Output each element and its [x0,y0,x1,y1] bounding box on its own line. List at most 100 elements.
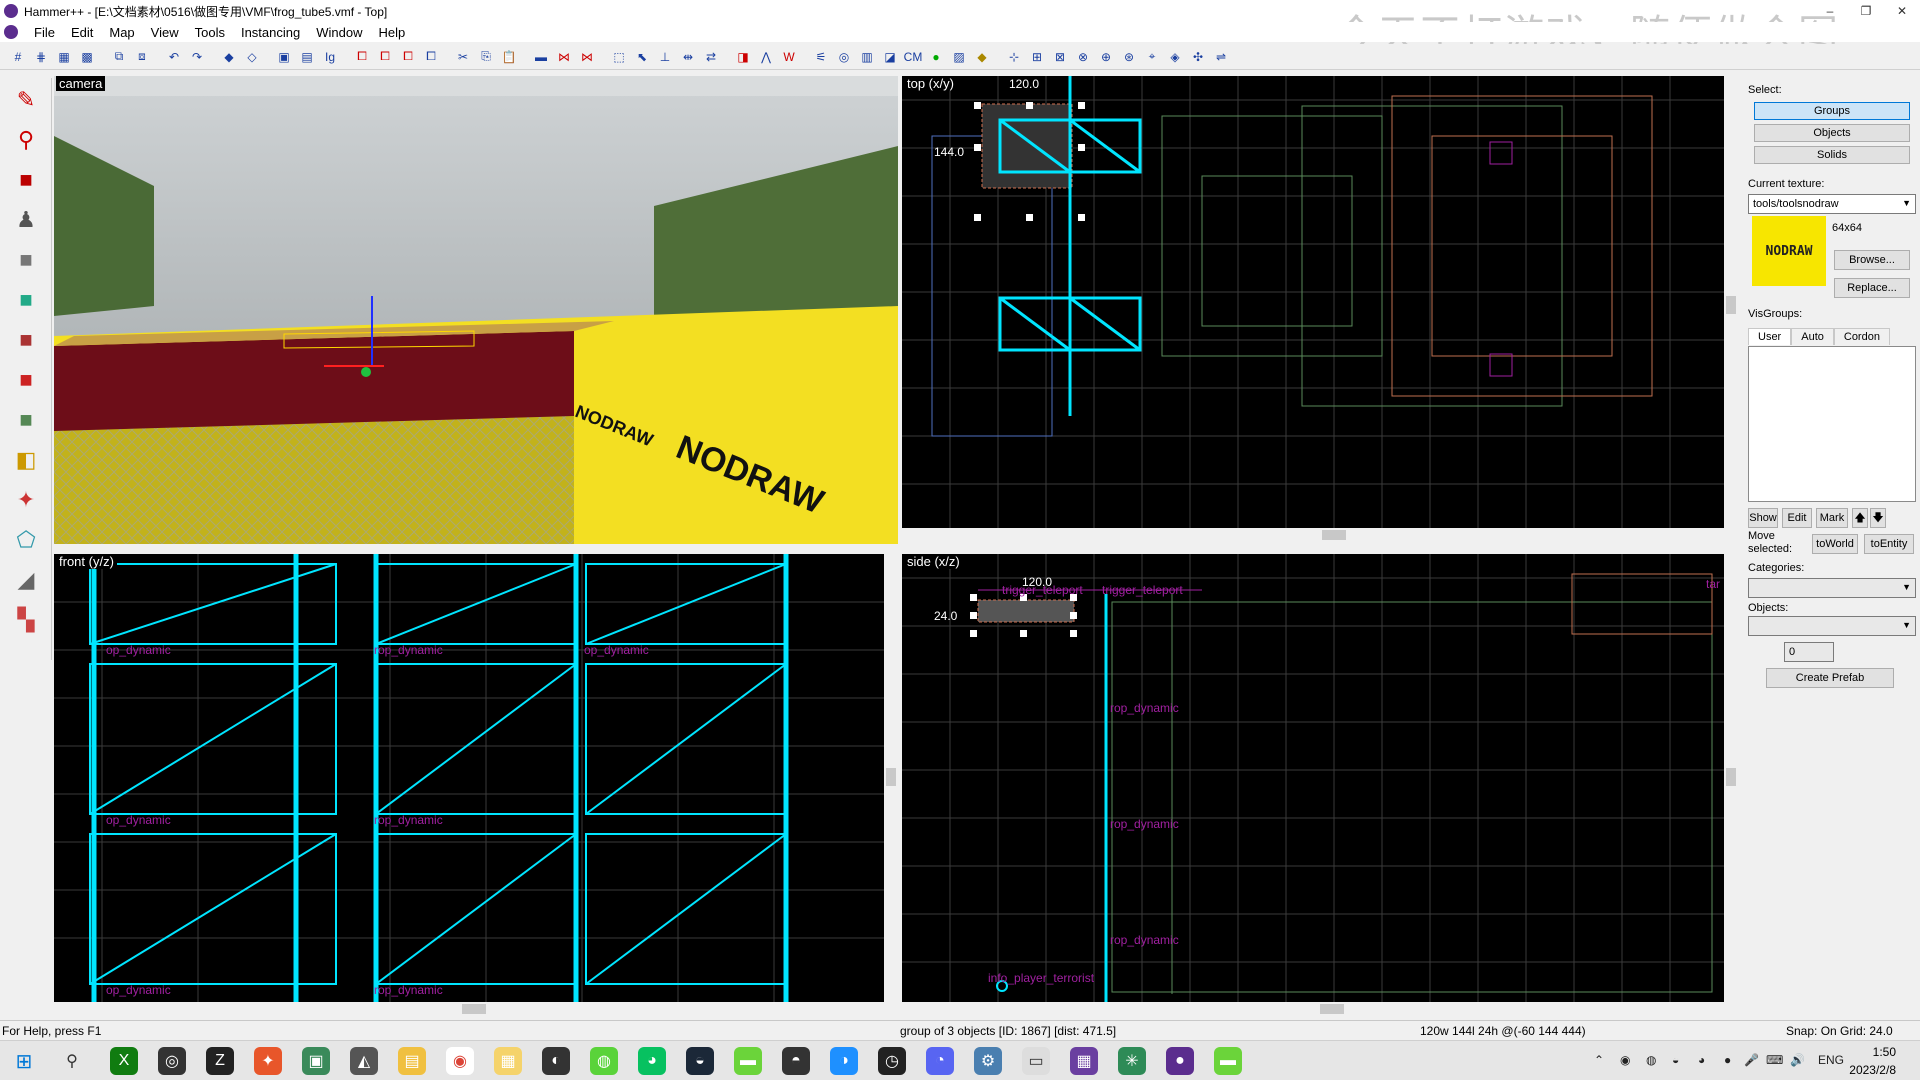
tray-steam-icon[interactable]: ◒ [1672,1053,1679,1067]
menu-edit[interactable]: Edit [63,25,101,40]
discord-icon[interactable]: ◔ [926,1047,954,1075]
hide-selected-icon[interactable]: ⧠ [352,47,372,67]
selection-box-icon[interactable]: ⬚ [609,47,629,67]
check-problems-icon[interactable]: ⊗ [1073,47,1093,67]
tray-chevron-icon[interactable]: ⌃ [1594,1053,1604,1067]
texture-application-icon[interactable]: ■ [6,282,46,318]
ignore-groups-icon[interactable]: Ig [320,47,340,67]
side-vscroll[interactable] [1724,554,1738,1002]
snap-to-grid-icon[interactable]: ⊹ [1004,47,1024,67]
app-icon-3[interactable]: Z [206,1047,234,1075]
compile-icon[interactable]: ⚟ [811,47,831,67]
show-grid-icon[interactable]: ⊞ [1027,47,1047,67]
menu-help[interactable]: Help [370,25,413,40]
app-icon-5[interactable]: ▣ [302,1047,330,1075]
selection-tool-icon[interactable]: ✎ [6,82,46,118]
paint-tool-icon[interactable]: ▚ [6,602,46,638]
group-icon[interactable]: ⧈ [132,47,152,67]
tray-app-icon[interactable]: ◉ [1620,1053,1630,1067]
app-icon-2[interactable]: ◎ [158,1047,186,1075]
menu-instancing[interactable]: Instancing [233,25,308,40]
tray-keyboard-icon[interactable]: ⌨ [1766,1053,1783,1067]
app-icon-9[interactable]: ◍ [590,1047,618,1075]
visgroup-show-button[interactable]: Show [1748,508,1778,528]
front-vscroll[interactable] [884,554,898,1002]
visgroup-mark-button[interactable]: Mark [1816,508,1848,528]
hammer-taskbar-icon[interactable]: ● [1166,1047,1194,1075]
grid-3d-icon[interactable]: ⋕ [31,47,51,67]
side-hscroll[interactable] [902,1002,1724,1016]
menu-window[interactable]: Window [308,25,370,40]
grid-toggle-icon[interactable]: # [8,47,28,67]
wireframe-icon[interactable]: ▬ [531,47,551,67]
block-tool-icon[interactable]: ■ [6,242,46,278]
map-report-icon[interactable]: ⊠ [1050,47,1070,67]
top-hscroll[interactable] [902,528,1724,542]
camera-viewport[interactable]: NODRAW NODRAW camera [54,76,898,544]
app-icon-12[interactable]: ◑ [830,1047,858,1075]
grid-larger-icon[interactable]: ▩ [77,47,97,67]
search-icon[interactable]: ⚲ [58,1047,86,1075]
cut-icon[interactable]: ✂ [453,47,473,67]
objects-select[interactable]: ▼ [1748,616,1916,636]
vertex-tool-icon[interactable]: ✦ [6,482,46,518]
options-icon[interactable]: ⇌ [1211,47,1231,67]
select-pointer-icon[interactable]: ⬉ [632,47,652,67]
undo-icon[interactable]: ↶ [164,47,184,67]
path-tool-icon[interactable]: ⬠ [6,522,46,558]
to-entity-button[interactable]: toEntity [1864,534,1914,554]
copy-icon[interactable]: ⎘ [476,47,496,67]
occluder-icon[interactable]: ● [926,47,946,67]
tray-network-icon[interactable]: ◍ [1646,1053,1656,1067]
group-objects-icon[interactable]: ◆ [219,47,239,67]
app-icon-13[interactable]: ◷ [878,1047,906,1075]
sound-tool-icon[interactable]: ◢ [6,562,46,598]
steam-icon[interactable]: ◒ [686,1047,714,1075]
paste-icon[interactable]: 📋 [499,47,519,67]
redo-icon[interactable]: ↷ [187,47,207,67]
visgroup-edit-button[interactable]: Edit [1782,508,1812,528]
select-solids-button[interactable]: Solids [1754,146,1910,164]
radar-icon[interactable]: ◎ [834,47,854,67]
xbox-icon[interactable]: X [110,1047,138,1075]
grid-smaller-icon[interactable]: ▦ [54,47,74,67]
top-viewport[interactable]: 120.0 144.0 top (x/y) [902,76,1724,528]
app-icon-4[interactable]: ✦ [254,1047,282,1075]
app-icon-14[interactable]: ⚙ [974,1047,1002,1075]
app-icon-17[interactable]: ✳ [1118,1047,1146,1075]
carve-icon[interactable]: ⧉ [109,47,129,67]
texture-lock-toggle-icon[interactable]: ⊥ [655,47,675,67]
file-explorer-icon[interactable]: ▤ [398,1047,426,1075]
arrow-up-icon[interactable]: 🡅 [1852,508,1868,528]
tray-app-icon-2[interactable]: ● [1724,1053,1731,1067]
tray-mic-icon[interactable]: 🎤 [1744,1053,1759,1067]
tie-to-entity-icon[interactable]: ▣ [274,47,294,67]
clip-icon[interactable]: ◈ [1165,47,1185,67]
front-viewport[interactable]: op_dynamic rop_dynamic op_dynamic op_dyn… [54,554,884,1002]
minimize-button[interactable]: – [1812,0,1848,22]
move-to-world-icon[interactable]: ▤ [297,47,317,67]
textured-icon[interactable]: ⋈ [577,47,597,67]
cube-map-icon[interactable]: ▥ [857,47,877,67]
current-texture-select[interactable]: tools/toolsnodraw ▼ [1748,194,1916,214]
apply-texture-icon[interactable]: ■ [6,322,46,358]
app-icon-11[interactable]: ◓ [782,1047,810,1075]
windows-start-icon[interactable]: ⊞ [10,1047,38,1075]
tab-cordon[interactable]: Cordon [1833,328,1890,345]
replace-texture-button[interactable]: Replace... [1834,278,1910,298]
app-icon-7[interactable]: ▦ [494,1047,522,1075]
close-button[interactable]: ✕ [1884,0,1920,22]
entity-tool-icon[interactable]: ♟ [6,202,46,238]
app-icon-10[interactable]: ▬ [734,1047,762,1075]
world-icon[interactable]: ◆ [972,47,992,67]
taskbar-clock[interactable]: 1:50 2023/2/8 [1849,1043,1896,1079]
texture-lock-icon[interactable]: ⧠ [421,47,441,67]
run-map-icon[interactable]: ⊛ [1119,47,1139,67]
overlay-tool-icon[interactable]: ■ [6,402,46,438]
tab-auto[interactable]: Auto [1791,328,1834,345]
app-icon-18[interactable]: ▬ [1214,1047,1242,1075]
to-world-button[interactable]: toWorld [1812,534,1858,554]
ungroup-icon[interactable]: ◇ [242,47,262,67]
show-all-icon[interactable]: ⧠ [398,47,418,67]
hide-unselected-icon[interactable]: ⧠ [375,47,395,67]
